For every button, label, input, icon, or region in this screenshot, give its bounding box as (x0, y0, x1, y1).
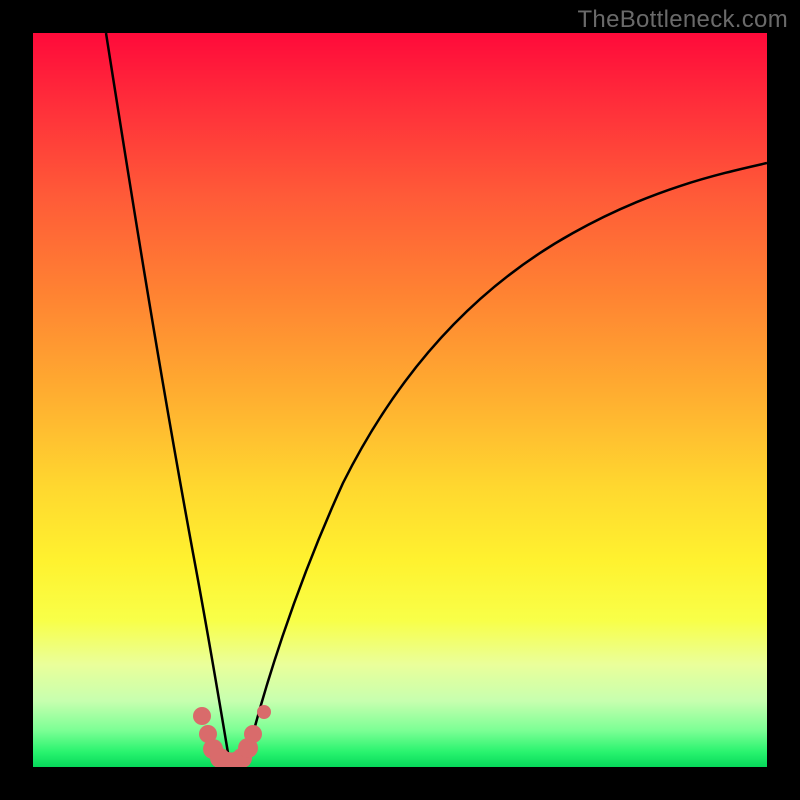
chart-frame: TheBottleneck.com (0, 0, 800, 800)
chart-plot-area (33, 33, 767, 767)
marker-dot (257, 705, 271, 719)
marker-dot (193, 707, 211, 725)
curve-left-branch (106, 33, 228, 753)
curve-right-branch (248, 163, 767, 753)
marker-group (193, 705, 271, 767)
marker-dot (244, 725, 262, 743)
watermark-text: TheBottleneck.com (577, 6, 788, 34)
chart-svg (33, 33, 767, 767)
